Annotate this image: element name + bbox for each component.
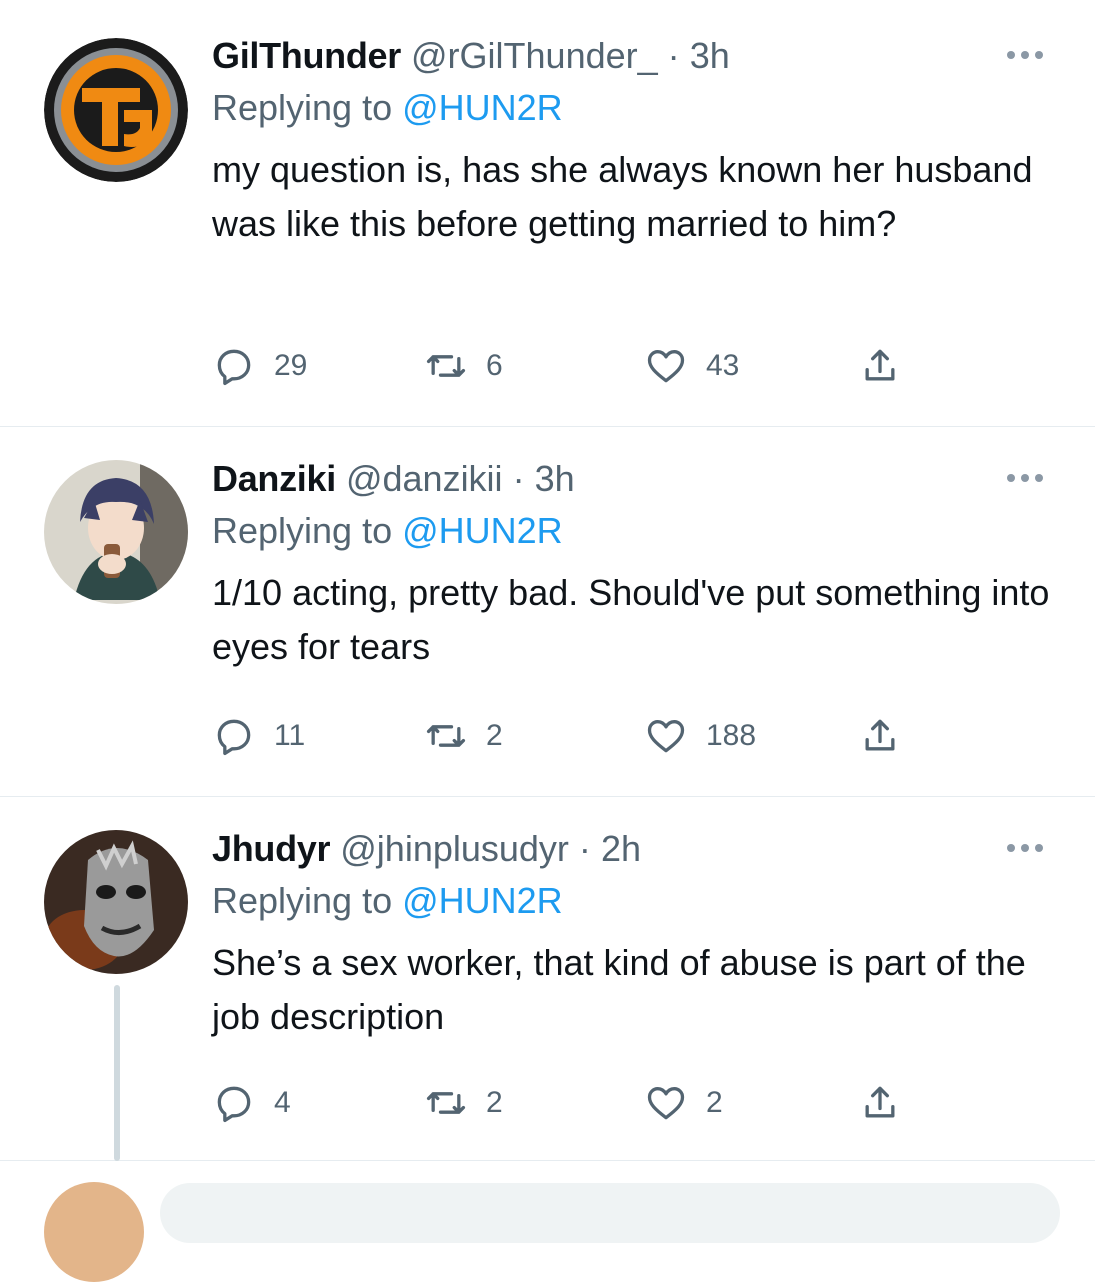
tweet[interactable]: GilThunder @rGilThunder_ · 3h Replying t… — [0, 0, 1095, 427]
separator-dot: · — [578, 828, 591, 869]
retweet-count: 2 — [486, 719, 503, 752]
avatar[interactable] — [44, 830, 188, 974]
replying-to-mention[interactable]: @HUN2R — [402, 880, 563, 921]
tweet-text: She’s a sex worker, that kind of abuse i… — [212, 942, 1026, 1037]
reply-icon — [217, 349, 251, 386]
timestamp[interactable]: 3h — [535, 458, 575, 499]
like-icon — [647, 720, 685, 753]
timestamp[interactable]: 3h — [690, 35, 730, 76]
avatar[interactable] — [44, 460, 188, 604]
gilthunder-logo-icon — [44, 38, 188, 182]
tweet-header: Jhudyr @jhinplusudyr · 2h — [212, 826, 1055, 872]
like-button[interactable]: 2 — [644, 1079, 723, 1127]
replying-to-line: Replying to @HUN2R — [212, 506, 1055, 556]
more-options-icon[interactable] — [1003, 468, 1047, 488]
retweet-icon — [426, 1092, 466, 1114]
retweet-button[interactable]: 2 — [424, 712, 503, 760]
display-name[interactable]: Jhudyr — [212, 828, 331, 869]
replying-to-line: Replying to @HUN2R — [212, 83, 1055, 133]
retweet-button[interactable]: 2 — [424, 1079, 503, 1127]
tweet[interactable]: Danziki @danzikii · 3h Replying to @HUN2… — [0, 427, 1095, 797]
reply-button[interactable]: 29 — [212, 342, 307, 390]
reply-icon — [217, 719, 251, 756]
tweet-actions: 4 2 2 — [212, 1079, 932, 1127]
reply-composer[interactable] — [160, 1183, 1060, 1243]
user-handle[interactable]: @danzikii — [346, 458, 503, 499]
reply-count: 11 — [274, 719, 306, 752]
tweet-text: my question is, has she always known her… — [212, 149, 1033, 244]
like-icon — [647, 350, 685, 383]
anime-character-icon — [44, 460, 188, 604]
replying-to-label: Replying to — [212, 87, 393, 128]
avatar[interactable] — [44, 1182, 144, 1282]
reply-count: 29 — [274, 349, 308, 382]
share-button[interactable] — [858, 1079, 902, 1127]
replying-to-mention[interactable]: @HUN2R — [402, 510, 563, 551]
reply-button[interactable]: 11 — [212, 712, 305, 760]
share-icon — [865, 349, 895, 381]
thread-connector-line — [114, 985, 120, 1161]
like-icon — [647, 1087, 685, 1120]
like-button[interactable]: 188 — [644, 712, 756, 760]
like-count: 43 — [706, 349, 740, 382]
masked-figure-icon — [44, 830, 188, 974]
reply-button[interactable]: 4 — [212, 1079, 291, 1127]
replying-to-line: Replying to @HUN2R — [212, 876, 1055, 926]
separator-dot: · — [512, 458, 525, 499]
share-button[interactable] — [858, 712, 902, 760]
user-handle[interactable]: @jhinplusudyr — [340, 828, 569, 869]
share-icon — [865, 719, 895, 751]
share-icon — [865, 1086, 895, 1118]
tweet-header: GilThunder @rGilThunder_ · 3h — [212, 33, 1055, 79]
retweet-icon — [426, 355, 466, 377]
display-name[interactable]: Danziki — [212, 458, 336, 499]
retweet-count: 2 — [486, 1086, 503, 1119]
replying-to-label: Replying to — [212, 510, 393, 551]
more-options-icon[interactable] — [1003, 838, 1047, 858]
more-options-icon[interactable] — [1003, 45, 1047, 65]
avatar[interactable] — [44, 38, 188, 182]
retweet-button[interactable]: 6 — [424, 342, 503, 390]
separator-dot: · — [667, 35, 680, 76]
retweet-icon — [426, 725, 466, 747]
replying-to-mention[interactable]: @HUN2R — [402, 87, 563, 128]
like-count: 188 — [706, 719, 757, 752]
user-handle[interactable]: @rGilThunder_ — [411, 35, 658, 76]
share-button[interactable] — [858, 342, 902, 390]
tweet-text: 1/10 acting, pretty bad. Should've put s… — [212, 572, 1050, 667]
display-name[interactable]: GilThunder — [212, 35, 401, 76]
tweet[interactable]: Jhudyr @jhinplusudyr · 2h Replying to @H… — [0, 797, 1095, 1161]
reply-icon — [217, 1086, 251, 1123]
like-count: 2 — [706, 1086, 723, 1119]
timestamp[interactable]: 2h — [601, 828, 641, 869]
replying-to-label: Replying to — [212, 880, 393, 921]
retweet-count: 6 — [486, 349, 503, 382]
reply-count: 4 — [274, 1086, 291, 1119]
tweet-header: Danziki @danzikii · 3h — [212, 456, 1055, 502]
tweet-actions: 11 2 188 — [212, 712, 932, 760]
tweet-actions: 29 6 43 — [212, 342, 932, 390]
like-button[interactable]: 43 — [644, 342, 739, 390]
